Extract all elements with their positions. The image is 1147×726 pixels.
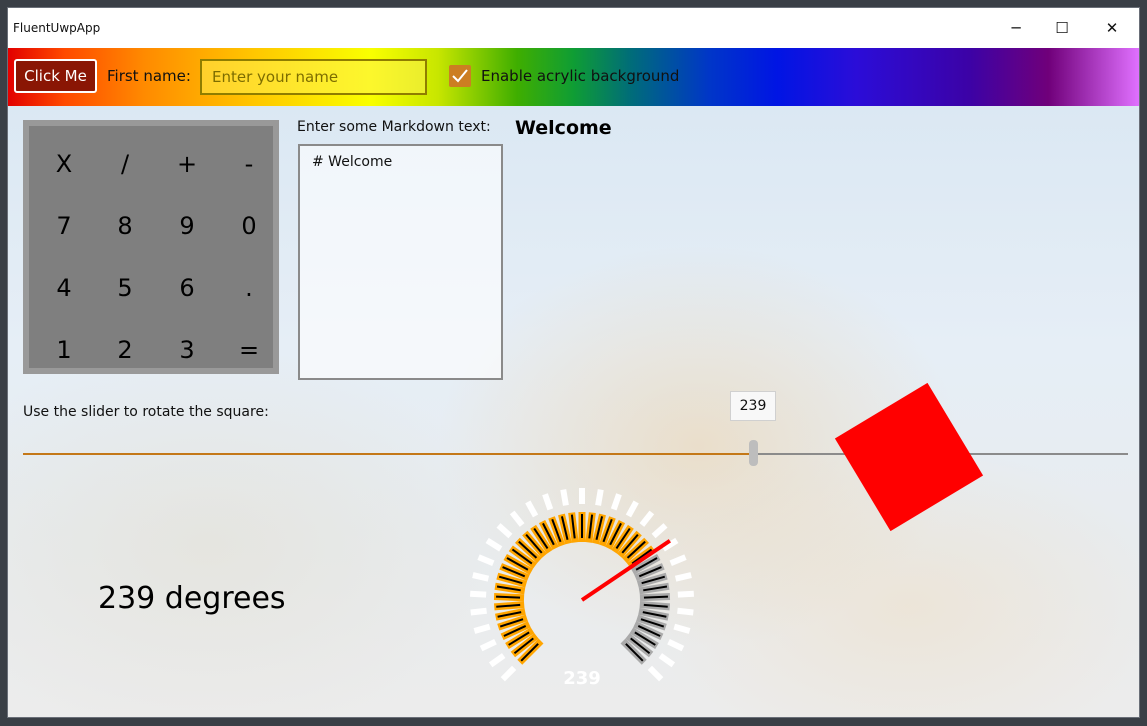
calculator-keypad: X / + -7 8 9 0 4 5 6. 1 2 3 = [23, 120, 279, 374]
gauge-outer-tick [509, 510, 525, 527]
gauge-outer-tick [677, 590, 694, 598]
calc-key[interactable]: 3 [157, 320, 217, 380]
gauge-value-label: 239 [563, 668, 601, 689]
calc-key[interactable]: 6 [157, 258, 217, 318]
calc-key[interactable]: 4 [34, 258, 94, 318]
first-name-label: First name: [107, 67, 191, 85]
calc-key[interactable]: 2 [95, 320, 155, 380]
acrylic-checkbox-label[interactable]: Enable acrylic background [481, 67, 679, 85]
rotated-square [834, 382, 984, 532]
app-window: FluentUwpApp ─ ☐ ✕ Click Me First name: … [8, 8, 1139, 717]
main-content: X / + - 7 8 9 0 4 5 6. 1 2 3 = Enter some Markdown tex… [8, 106, 1139, 717]
gauge-outer-tick [488, 653, 506, 668]
gauge-segment-divider [496, 595, 521, 599]
gauge-outer-tick [639, 510, 655, 527]
gauge-outer-tick [477, 554, 495, 567]
gauge-outer-tick [473, 623, 491, 634]
radial-gauge: 239 [470, 488, 694, 689]
gauge-outer-tick [677, 607, 694, 616]
calc-key[interactable]: = [219, 320, 279, 380]
gauge-outer-tick [479, 638, 497, 652]
minimize-button[interactable]: ─ [993, 8, 1039, 48]
markdown-input[interactable] [298, 144, 503, 380]
calc-key[interactable]: X [34, 134, 94, 194]
calc-key[interactable]: 7 [34, 196, 94, 256]
gauge-outer-tick [674, 572, 692, 582]
gauge-outer-tick [470, 607, 487, 616]
gauge-outer-tick [525, 500, 539, 518]
gauge-outer-tick [667, 638, 685, 652]
markdown-rendered-heading: Welcome [515, 117, 612, 139]
gauge-outer-tick [560, 489, 569, 506]
checkmark-icon [452, 69, 468, 83]
slider-label: Use the slider to rotate the square: [23, 404, 269, 420]
title-bar: FluentUwpApp ─ ☐ ✕ [8, 8, 1139, 49]
gauge-segment-divider [643, 595, 668, 599]
gauge-outer-tick [472, 572, 490, 582]
gauge-outer-tick [485, 537, 503, 552]
gauge-outer-tick [647, 665, 664, 682]
close-button[interactable]: ✕ [1089, 8, 1135, 48]
slider-fill [23, 453, 753, 455]
gauge-outer-tick [669, 554, 687, 567]
gauge-outer-tick [542, 493, 554, 511]
gauge-outer-tick [625, 500, 639, 518]
markdown-label: Enter some Markdown text: [297, 119, 491, 135]
calc-key[interactable]: / [95, 134, 155, 194]
gauge-outer-tick [651, 523, 668, 539]
gauge-outer-tick [673, 623, 691, 634]
click-me-button[interactable]: Click Me [14, 59, 97, 93]
gauge-outer-tick [610, 493, 622, 511]
first-name-input[interactable] [200, 59, 427, 95]
calc-key[interactable]: . [219, 258, 279, 318]
gauge-outer-tick [595, 489, 604, 506]
rainbow-toolbar: Click Me First name: Enable acrylic back… [8, 48, 1139, 106]
calc-key[interactable]: 5 [95, 258, 155, 318]
maximize-button[interactable]: ☐ [1039, 8, 1085, 48]
calc-key[interactable]: - [219, 134, 279, 194]
gauge-outer-tick [470, 590, 487, 598]
gauge-outer-tick [500, 665, 517, 682]
calc-key[interactable]: 9 [157, 196, 217, 256]
calc-key[interactable]: 8 [95, 196, 155, 256]
slider-thumb[interactable] [749, 440, 758, 466]
window-title: FluentUwpApp [13, 21, 101, 35]
degrees-readout: 239 degrees [98, 581, 286, 616]
calc-key[interactable]: + [157, 134, 217, 194]
gauge-outer-tick [658, 653, 676, 668]
slider-value-tooltip: 239 [730, 391, 776, 421]
calc-key[interactable]: 1 [34, 320, 94, 380]
acrylic-checkbox[interactable] [449, 65, 471, 87]
calc-key[interactable]: 0 [219, 196, 279, 256]
gauge-outer-tick [496, 523, 513, 539]
